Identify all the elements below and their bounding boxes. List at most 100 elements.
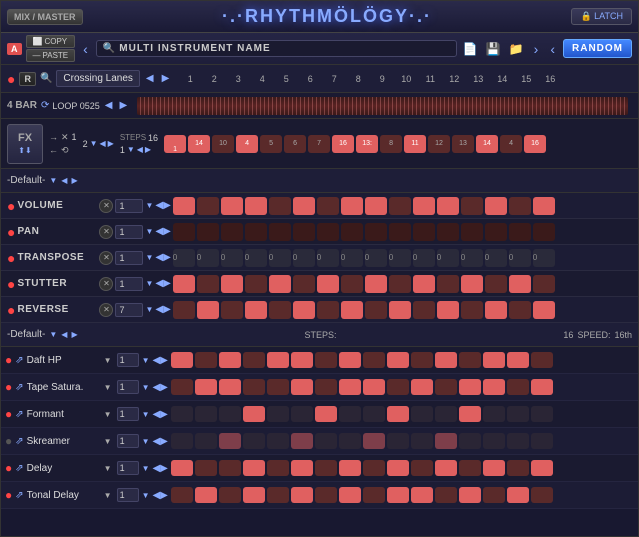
tr-c3[interactable]: 0 [221, 249, 243, 267]
sk-c13[interactable] [459, 433, 481, 449]
rv-c1[interactable] [173, 301, 195, 319]
file-icon-button[interactable]: 📄 [461, 40, 480, 58]
fx-cell-3[interactable]: 10 [212, 135, 234, 153]
sk-c1[interactable] [171, 433, 193, 449]
rv-c8[interactable] [341, 301, 363, 319]
default-2-expand[interactable]: ▼ [49, 330, 57, 339]
td-c3[interactable] [219, 487, 241, 503]
loop-nav-right[interactable]: ▶ [117, 100, 129, 111]
tape-down[interactable]: ▼ [142, 383, 150, 392]
vol-c15[interactable] [509, 197, 531, 215]
pan-c10[interactable] [389, 223, 411, 241]
pan-c3[interactable] [221, 223, 243, 241]
de-c13[interactable] [459, 460, 481, 476]
fx-cell-7[interactable]: 7 [308, 135, 330, 153]
dh-c2[interactable] [195, 352, 217, 368]
reverse-down[interactable]: ▼ [145, 305, 153, 314]
ts-c11[interactable] [411, 379, 433, 395]
st-c4[interactable] [245, 275, 267, 293]
de-c8[interactable] [339, 460, 361, 476]
fx-cell-9[interactable]: 13: [356, 135, 378, 153]
td-c14[interactable] [483, 487, 505, 503]
vol-c12[interactable] [437, 197, 459, 215]
td-c9[interactable] [363, 487, 385, 503]
default-1-nav-right[interactable]: ▶ [71, 176, 77, 185]
fo-c12[interactable] [435, 406, 457, 422]
ts-c16[interactable] [531, 379, 553, 395]
reverse-x-btn[interactable]: ✕ [99, 303, 113, 317]
pan-c12[interactable] [437, 223, 459, 241]
step-num-down[interactable]: ▼ [90, 139, 98, 148]
de-c1[interactable] [171, 460, 193, 476]
pan-c2[interactable] [197, 223, 219, 241]
st-c7[interactable] [317, 275, 339, 293]
td-c7[interactable] [315, 487, 337, 503]
fx-cell-4[interactable]: 4 [236, 135, 258, 153]
vol-c4[interactable] [245, 197, 267, 215]
tr-c12[interactable]: 0 [437, 249, 459, 267]
rv-c13[interactable] [461, 301, 483, 319]
sk-c5[interactable] [267, 433, 289, 449]
fo-c4[interactable] [243, 406, 265, 422]
st-c16[interactable] [533, 275, 555, 293]
pan-c6[interactable] [293, 223, 315, 241]
st-c15[interactable] [509, 275, 531, 293]
default-1-nav-left[interactable]: ◀ [61, 176, 67, 185]
fx-cell-12[interactable]: 12 [428, 135, 450, 153]
sk-c9[interactable] [363, 433, 385, 449]
rv-c2[interactable] [197, 301, 219, 319]
td-c5[interactable] [267, 487, 289, 503]
tonal-delay-nav[interactable]: ◀▶ [152, 490, 167, 501]
fo-c14[interactable] [483, 406, 505, 422]
tr-c2[interactable]: 0 [197, 249, 219, 267]
rv-c7[interactable] [317, 301, 339, 319]
st-c10[interactable] [389, 275, 411, 293]
daft-hp-nav[interactable]: ◀▶ [152, 355, 167, 366]
dh-c1[interactable] [171, 352, 193, 368]
vol-c8[interactable] [341, 197, 363, 215]
dh-c15[interactable] [507, 352, 529, 368]
delay-down[interactable]: ▼ [142, 464, 150, 473]
tr-c15[interactable]: 0 [509, 249, 531, 267]
sk-c10[interactable] [387, 433, 409, 449]
folder-icon-button[interactable]: 📁 [507, 40, 526, 58]
rv-c16[interactable] [533, 301, 555, 319]
stutter-x-btn[interactable]: ✕ [99, 277, 113, 291]
st-c9[interactable] [365, 275, 387, 293]
pan-c15[interactable] [509, 223, 531, 241]
fx-cell-14[interactable]: 14 [476, 135, 498, 153]
tr-c9[interactable]: 0 [365, 249, 387, 267]
sk-c2[interactable] [195, 433, 217, 449]
vol-c2[interactable] [197, 197, 219, 215]
volume-down[interactable]: ▼ [145, 201, 153, 210]
st-c1[interactable] [173, 275, 195, 293]
fx-cell-10[interactable]: 8 [380, 135, 402, 153]
default-1-expand[interactable]: ▼ [49, 176, 57, 185]
tr-c16[interactable]: 0 [533, 249, 555, 267]
td-c6[interactable] [291, 487, 313, 503]
td-c12[interactable] [435, 487, 457, 503]
pan-c9[interactable] [365, 223, 387, 241]
random-button[interactable]: RANDOM [563, 39, 632, 58]
nav-left-arrow[interactable]: ‹ [79, 41, 92, 57]
ts-c8[interactable] [339, 379, 361, 395]
pan-c11[interactable] [413, 223, 435, 241]
sk-c15[interactable] [507, 433, 529, 449]
de-c3[interactable] [219, 460, 241, 476]
volume-nav[interactable]: ◀▶ [155, 200, 170, 211]
ts-c1[interactable] [171, 379, 193, 395]
daft-hp-dropdown[interactable]: ▼ [104, 356, 112, 365]
fx-cell-13[interactable]: 13 [452, 135, 474, 153]
dh-c9[interactable] [363, 352, 385, 368]
lane-nav-right[interactable]: ▶ [160, 73, 172, 84]
sk-c6[interactable] [291, 433, 313, 449]
mix-master-button[interactable]: MIX / MASTER [7, 9, 83, 25]
de-c15[interactable] [507, 460, 529, 476]
de-c6[interactable] [291, 460, 313, 476]
de-c12[interactable] [435, 460, 457, 476]
tape-nav[interactable]: ◀▶ [152, 382, 167, 393]
skreamer-dropdown[interactable]: ▼ [104, 437, 112, 446]
default-2-nav-left[interactable]: ◀ [61, 330, 67, 339]
tr-c13[interactable]: 0 [461, 249, 483, 267]
fo-c9[interactable] [363, 406, 385, 422]
